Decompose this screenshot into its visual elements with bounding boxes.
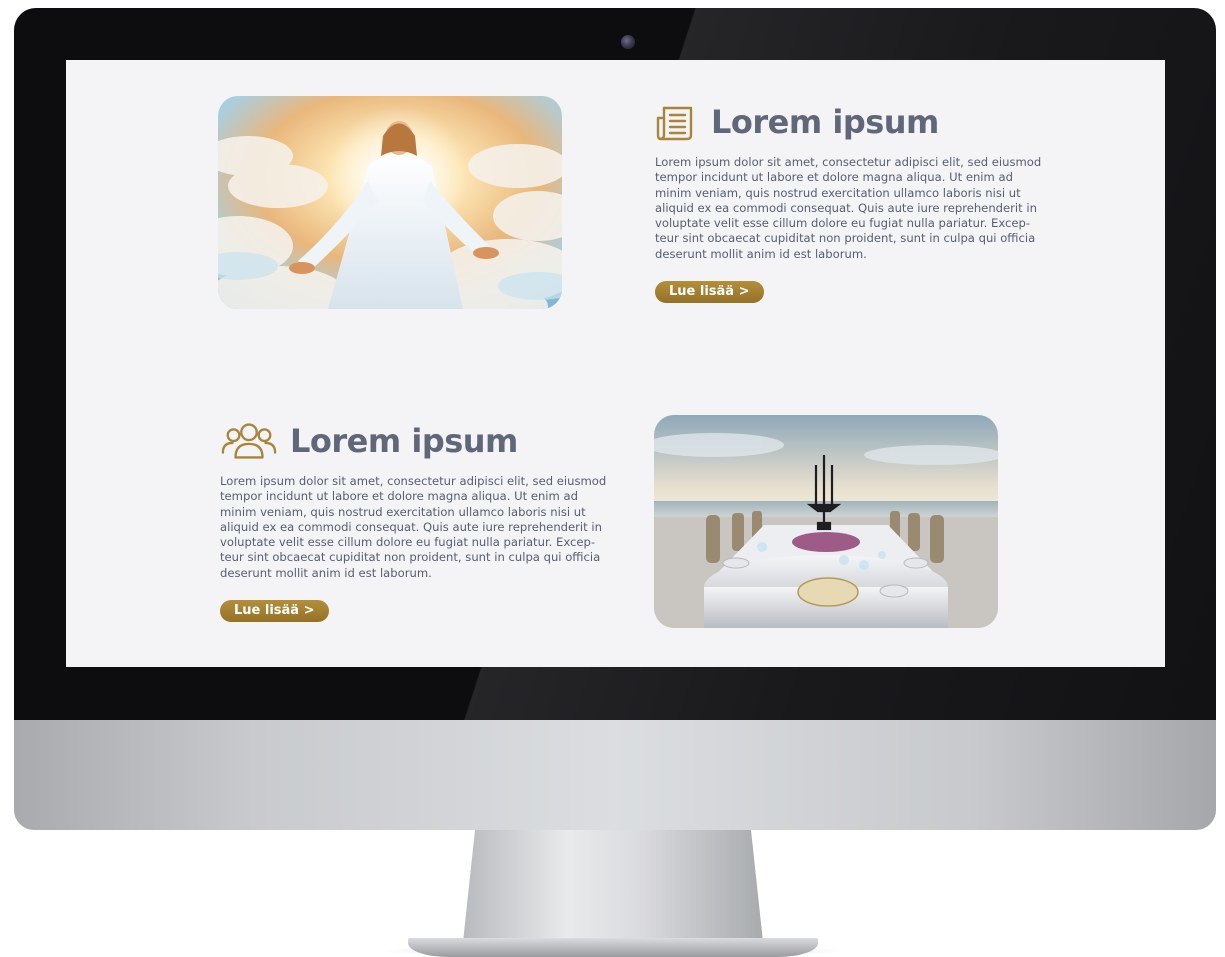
group-icon (221, 423, 277, 459)
table-image-beach (654, 415, 998, 628)
feature-title-1: Lorem ipsum (711, 103, 939, 141)
monitor-stand-base (408, 938, 818, 957)
monitor-stand-neck (463, 830, 763, 942)
monitor-mockup: Lorem ipsum Lorem ipsum dolor sit amet, … (0, 0, 1225, 957)
camera-icon (621, 35, 635, 49)
monitor-chin (14, 720, 1216, 830)
hero-image-clouds (218, 96, 562, 309)
read-more-button-2[interactable]: Lue lisää > (220, 600, 329, 623)
feature-heading-1: Lorem ipsum (655, 98, 1050, 146)
read-more-button-1[interactable]: Lue lisää > (655, 281, 764, 304)
feature-body-1: Lorem ipsum dolor sit amet, consectetur … (655, 155, 1042, 261)
feature-title-2: Lorem ipsum (290, 422, 518, 460)
document-icon (656, 106, 693, 141)
feature-block-2: Lorem ipsum Lorem ipsum dolor sit amet, … (220, 417, 615, 623)
feature-block-1: Lorem ipsum Lorem ipsum dolor sit amet, … (655, 98, 1050, 304)
feature-body-2: Lorem ipsum dolor sit amet, consectetur … (220, 474, 607, 580)
screen: Lorem ipsum Lorem ipsum dolor sit amet, … (66, 60, 1165, 667)
feature-heading-2: Lorem ipsum (220, 417, 615, 465)
